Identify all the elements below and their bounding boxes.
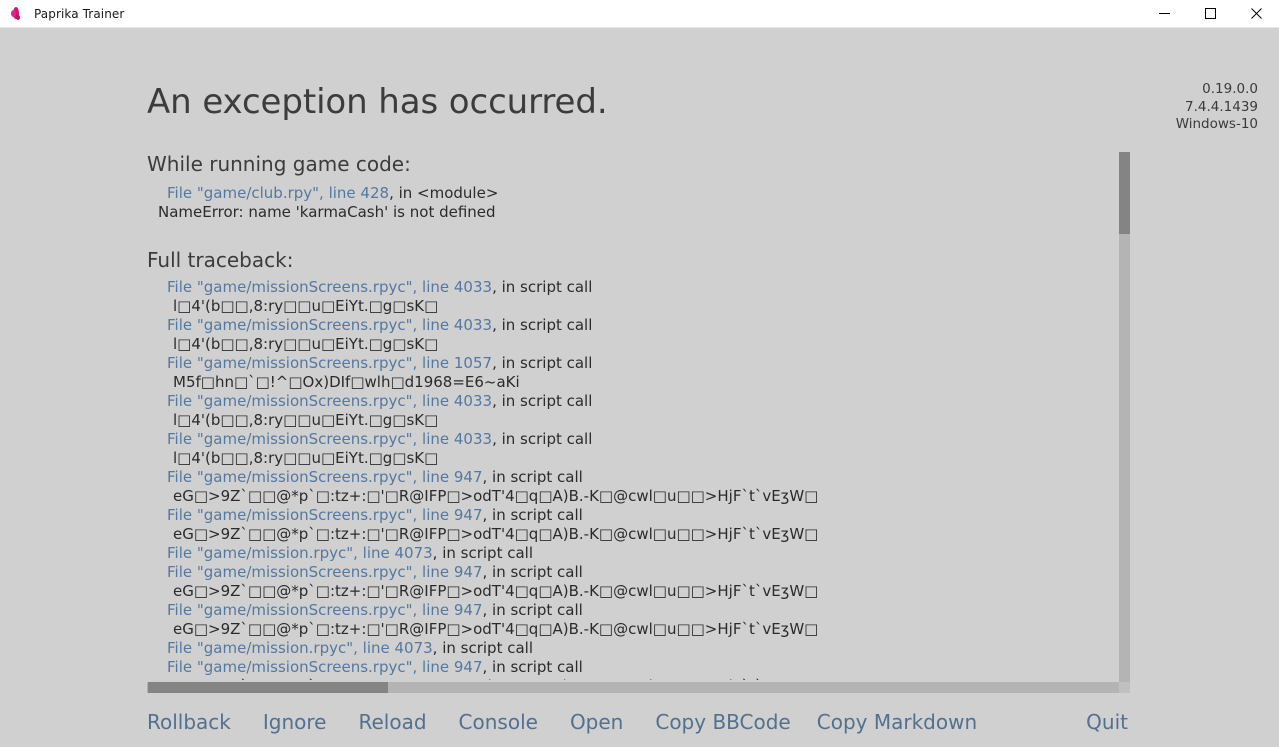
traceback-file-line[interactable]: File "game/missionScreens.rpyc", line 94…: [147, 506, 1120, 525]
page-title: An exception has occurred.: [147, 82, 608, 122]
traceback-file-tail: , in script call: [492, 392, 593, 410]
paprika-app-icon: [9, 6, 25, 22]
minimize-button[interactable]: [1141, 0, 1187, 27]
traceback-code-line: eG□>9Z`□□@*p`□:tz+:□'□R@IFP□>odT'4□q□A)B…: [173, 582, 819, 600]
traceback-file-line[interactable]: File "game/missionScreens.rpyc", line 94…: [147, 601, 1120, 620]
traceback-file-link[interactable]: File "game/missionScreens.rpyc", line 40…: [167, 392, 492, 410]
traceback-file-tail: , in script call: [432, 544, 533, 562]
traceback-file-tail: , in script call: [482, 468, 583, 486]
traceback-code-line: eG□>9Z`□□@*p`□:tz+:□'□R@IFP□>odT'4□q□A)B…: [173, 525, 819, 543]
traceback-file-line[interactable]: File "game/mission.rpyc", line 4073, in …: [147, 639, 1120, 658]
copy-markdown-button[interactable]: Copy Markdown: [817, 704, 977, 740]
traceback-code-line: eG□>9Z`□□@*p`□:tz+:□'□R@IFP□>odT'4□q□A)B…: [173, 620, 819, 638]
window-title: Paprika Trainer: [34, 6, 125, 21]
traceback-file-link[interactable]: File "game/missionScreens.rpyc", line 40…: [167, 278, 492, 296]
horizontal-scrollbar-thumb[interactable]: [148, 682, 388, 693]
traceback-file-line[interactable]: File "game/mission.rpyc", line 4073, in …: [147, 544, 1120, 563]
traceback-file-line[interactable]: File "game/missionScreens.rpyc", line 40…: [147, 392, 1120, 411]
traceback-code-line: l□4'(b□□,8:ry□□u□EiYt.□g□sK□: [173, 335, 439, 353]
close-icon: [1250, 8, 1262, 19]
traceback-list: File "game/missionScreens.rpyc", line 40…: [147, 278, 1120, 680]
vertical-scrollbar-thumb[interactable]: [1119, 152, 1130, 234]
application-window: Paprika Trainer 0.19.0.0 7.4.4.1439 Wind…: [0, 0, 1279, 747]
error-file-tail: , in <module>: [389, 184, 499, 202]
error-file-reference: File "game/club.rpy", line 428, in <modu…: [147, 184, 1120, 203]
traceback-file-link[interactable]: File "game/missionScreens.rpyc", line 94…: [167, 506, 483, 524]
traceback-code-line: l□4'(b□□,8:ry□□u□EiYt.□g□sK□: [173, 297, 439, 315]
window-controls: [1141, 0, 1279, 27]
traceback-file-tail: , in script call: [492, 278, 593, 296]
traceback-file-line[interactable]: File "game/missionScreens.rpyc", line 94…: [147, 563, 1120, 582]
scrollbar-corner: [1119, 682, 1130, 693]
traceback-code-line: l□4'(b□□,8:ry□□u□EiYt.□g□sK□: [173, 449, 439, 467]
close-button[interactable]: [1233, 0, 1279, 27]
traceback-file-line[interactable]: File "game/missionScreens.rpyc", line 94…: [147, 468, 1120, 487]
traceback-file-link[interactable]: File "game/missionScreens.rpyc", line 94…: [167, 563, 483, 581]
error-message: NameError: name 'karmaCash' is not defin…: [158, 203, 496, 221]
error-screen: 0.19.0.0 7.4.4.1439 Windows-10 An except…: [0, 28, 1279, 747]
while-running-heading: While running game code:: [147, 152, 411, 176]
quit-button[interactable]: Quit: [1086, 704, 1128, 740]
traceback-file-link[interactable]: File "game/missionScreens.rpyc", line 10…: [167, 354, 492, 372]
traceback-code-line: eG□>9Z`□□@*p`□:tz+:□'□R@IFP□>odT'4□q□A)B…: [173, 487, 819, 505]
rollback-button[interactable]: Rollback: [147, 704, 231, 740]
traceback-file-tail: , in script call: [482, 658, 583, 676]
title-bar: Paprika Trainer: [0, 0, 1279, 28]
traceback-file-link[interactable]: File "game/missionScreens.rpyc", line 94…: [167, 468, 483, 486]
traceback-file-tail: , in script call: [492, 316, 593, 334]
error-file-link[interactable]: File "game/club.rpy", line 428: [167, 184, 389, 202]
version-info: 0.19.0.0 7.4.4.1439 Windows-10: [1175, 81, 1258, 132]
traceback-file-line[interactable]: File "game/missionScreens.rpyc", line 10…: [147, 354, 1120, 373]
traceback-file-link[interactable]: File "game/mission.rpyc", line 4073: [167, 544, 433, 562]
traceback-file-tail: , in script call: [482, 563, 583, 581]
traceback-file-link[interactable]: File "game/missionScreens.rpyc", line 94…: [167, 601, 483, 619]
traceback-file-line[interactable]: File "game/missionScreens.rpyc", line 40…: [147, 316, 1120, 335]
maximize-icon: [1204, 8, 1216, 19]
traceback-file-tail: , in script call: [432, 639, 533, 657]
copy-bbcode-button[interactable]: Copy BBCode: [655, 704, 790, 740]
console-button[interactable]: Console: [459, 704, 538, 740]
full-traceback-heading: Full traceback:: [147, 248, 294, 272]
traceback-file-link[interactable]: File "game/mission.rpyc", line 4073: [167, 639, 433, 657]
vertical-scrollbar[interactable]: [1119, 152, 1130, 684]
traceback-code-line: eG□>9Z`□□@*p`□:tz+:□'□R@IFP□>odT'4□q□A)B…: [147, 677, 1120, 680]
traceback-code-line: M5f□hn□`□!^□Ox)DIf□wlh□d1968=E6~aKi: [173, 373, 520, 391]
traceback-file-line[interactable]: File "game/missionScreens.rpyc", line 40…: [147, 278, 1120, 297]
traceback-file-tail: , in script call: [492, 354, 593, 372]
reload-button[interactable]: Reload: [358, 704, 426, 740]
traceback-file-link[interactable]: File "game/missionScreens.rpyc", line 94…: [167, 658, 483, 676]
traceback-code-line: l□4'(b□□,8:ry□□u□EiYt.□g□sK□: [173, 411, 439, 429]
traceback-file-tail: , in script call: [482, 506, 583, 524]
title-bar-left: Paprika Trainer: [0, 6, 124, 22]
traceback-file-link[interactable]: File "game/missionScreens.rpyc", line 40…: [167, 430, 492, 448]
maximize-button[interactable]: [1187, 0, 1233, 27]
minimize-icon: [1158, 13, 1170, 14]
traceback-file-tail: , in script call: [492, 430, 593, 448]
open-button[interactable]: Open: [570, 704, 623, 740]
traceback-file-tail: , in script call: [482, 601, 583, 619]
horizontal-scrollbar[interactable]: [147, 682, 1119, 693]
ignore-button[interactable]: Ignore: [263, 704, 327, 740]
traceback-file-line[interactable]: File "game/missionScreens.rpyc", line 94…: [147, 658, 1120, 677]
traceback-content: While running game code: File "game/club…: [147, 152, 1120, 680]
traceback-viewport: While running game code: File "game/club…: [147, 152, 1120, 680]
action-button-bar: Rollback Ignore Reload Console Open Copy…: [147, 704, 1128, 740]
traceback-file-line[interactable]: File "game/missionScreens.rpyc", line 40…: [147, 430, 1120, 449]
traceback-file-link[interactable]: File "game/missionScreens.rpyc", line 40…: [167, 316, 492, 334]
